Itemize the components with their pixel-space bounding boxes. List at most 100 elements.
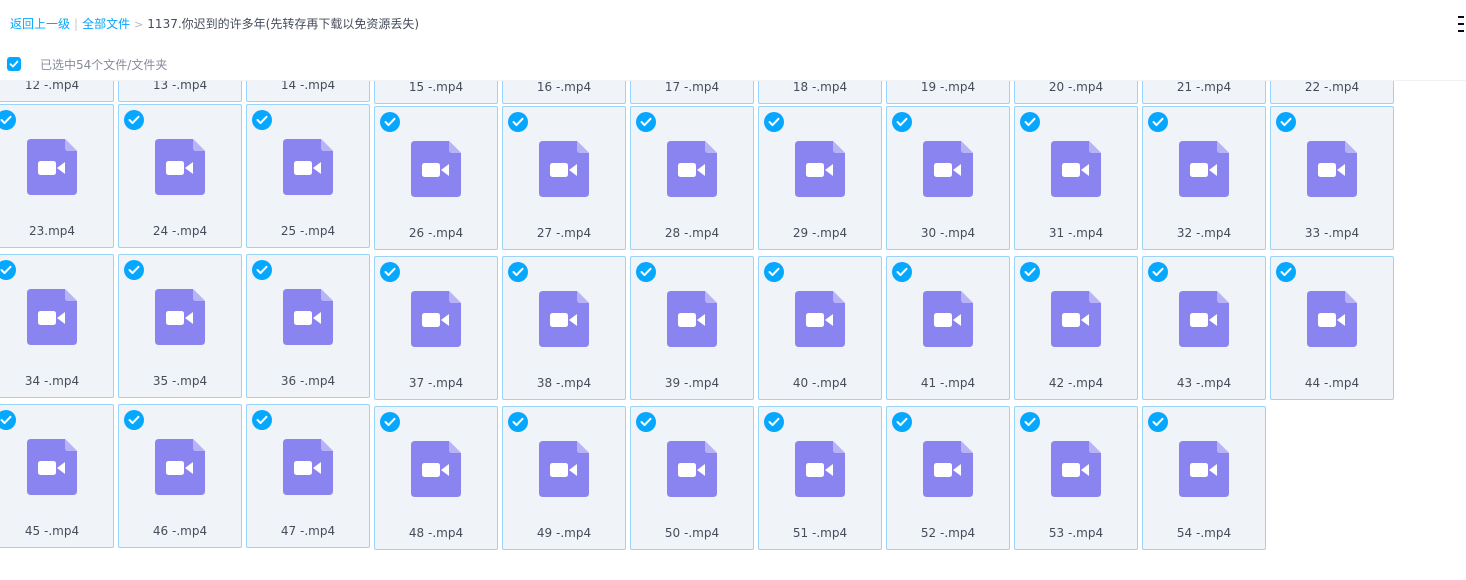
- video-file-icon: [1179, 291, 1229, 347]
- menu-icon[interactable]: [1458, 16, 1464, 32]
- video-file-icon: [1051, 291, 1101, 347]
- file-name: 40 -.mp4: [792, 376, 848, 390]
- file-tile[interactable]: 50 -.mp4: [630, 406, 754, 550]
- video-file-icon: [1307, 141, 1357, 197]
- file-tile[interactable]: 26 -.mp4: [374, 106, 498, 250]
- file-tile[interactable]: 27 -.mp4: [502, 106, 626, 250]
- selected-check-icon[interactable]: [380, 262, 400, 282]
- selection-bar: 已选中54个文件/文件夹: [0, 48, 1466, 81]
- selected-check-icon[interactable]: [124, 410, 144, 430]
- selected-check-icon[interactable]: [252, 110, 272, 130]
- file-tile[interactable]: 44 -.mp4: [1270, 256, 1394, 400]
- file-tile[interactable]: 23.mp4: [0, 104, 114, 248]
- selected-check-icon[interactable]: [1020, 262, 1040, 282]
- selected-check-icon[interactable]: [508, 112, 528, 132]
- selected-check-icon[interactable]: [252, 410, 272, 430]
- video-file-icon: [283, 439, 333, 495]
- file-tile[interactable]: 43 -.mp4: [1142, 256, 1266, 400]
- selected-check-icon[interactable]: [508, 412, 528, 432]
- select-all-checkbox[interactable]: [7, 57, 21, 71]
- selected-check-icon[interactable]: [892, 412, 912, 432]
- file-name: 26 -.mp4: [408, 226, 464, 240]
- selected-check-icon[interactable]: [1148, 412, 1168, 432]
- file-tile[interactable]: 47 -.mp4: [246, 404, 370, 548]
- selected-check-icon[interactable]: [508, 262, 528, 282]
- selected-check-icon[interactable]: [636, 412, 656, 432]
- selected-check-icon[interactable]: [636, 262, 656, 282]
- file-tile[interactable]: 37 -.mp4: [374, 256, 498, 400]
- file-tile[interactable]: 49 -.mp4: [502, 406, 626, 550]
- selected-check-icon[interactable]: [1020, 112, 1040, 132]
- file-tile[interactable]: 40 -.mp4: [758, 256, 882, 400]
- file-tile[interactable]: 32 -.mp4: [1142, 106, 1266, 250]
- current-folder: 1137.你迟到的许多年(先转存再下载以免资源丢失): [147, 17, 420, 31]
- file-tile[interactable]: 51 -.mp4: [758, 406, 882, 550]
- file-tile[interactable]: 24 -.mp4: [118, 104, 242, 248]
- checkmark-icon: [9, 60, 19, 68]
- file-name: 38 -.mp4: [536, 376, 592, 390]
- file-tile[interactable]: 48 -.mp4: [374, 406, 498, 550]
- file-name: 43 -.mp4: [1176, 376, 1232, 390]
- file-tile[interactable]: 42 -.mp4: [1014, 256, 1138, 400]
- file-name: 39 -.mp4: [664, 376, 720, 390]
- file-tile[interactable]: 33 -.mp4: [1270, 106, 1394, 250]
- file-name: 34 -.mp4: [24, 374, 80, 388]
- file-tile[interactable]: 46 -.mp4: [118, 404, 242, 548]
- file-tile[interactable]: 41 -.mp4: [886, 256, 1010, 400]
- all-files-link[interactable]: 全部文件: [82, 17, 130, 31]
- file-tile[interactable]: 25 -.mp4: [246, 104, 370, 248]
- video-file-icon: [155, 289, 205, 345]
- selected-check-icon[interactable]: [764, 412, 784, 432]
- file-tile[interactable]: 39 -.mp4: [630, 256, 754, 400]
- selected-check-icon[interactable]: [892, 112, 912, 132]
- file-tile[interactable]: 30 -.mp4: [886, 106, 1010, 250]
- file-tile[interactable]: 34 -.mp4: [0, 254, 114, 398]
- selected-check-icon[interactable]: [252, 260, 272, 280]
- video-file-icon: [667, 291, 717, 347]
- file-tile[interactable]: 28 -.mp4: [630, 106, 754, 250]
- selected-check-icon[interactable]: [764, 262, 784, 282]
- selected-check-icon[interactable]: [0, 410, 16, 430]
- selected-check-icon[interactable]: [380, 112, 400, 132]
- file-tile[interactable]: 35 -.mp4: [118, 254, 242, 398]
- video-file-icon: [411, 291, 461, 347]
- file-tile[interactable]: 45 -.mp4: [0, 404, 114, 548]
- back-link[interactable]: 返回上一级: [10, 17, 70, 31]
- file-tile[interactable]: 38 -.mp4: [502, 256, 626, 400]
- file-name: 48 -.mp4: [408, 526, 464, 540]
- file-name: 30 -.mp4: [920, 226, 976, 240]
- breadcrumb-divider: |: [74, 17, 79, 31]
- file-tile[interactable]: 29 -.mp4: [758, 106, 882, 250]
- selected-check-icon[interactable]: [1276, 262, 1296, 282]
- selected-check-icon[interactable]: [764, 112, 784, 132]
- video-file-icon: [283, 139, 333, 195]
- file-name: 15 -.mp4: [408, 80, 464, 94]
- file-name: 41 -.mp4: [920, 376, 976, 390]
- file-tile[interactable]: 36 -.mp4: [246, 254, 370, 398]
- file-tile[interactable]: 53 -.mp4: [1014, 406, 1138, 550]
- selection-count: 已选中54个文件/文件夹: [40, 58, 168, 72]
- selected-check-icon[interactable]: [380, 412, 400, 432]
- selected-check-icon[interactable]: [1148, 262, 1168, 282]
- video-file-icon: [539, 291, 589, 347]
- video-file-icon: [795, 291, 845, 347]
- file-name: 22 -.mp4: [1304, 80, 1360, 94]
- file-tile[interactable]: 54 -.mp4: [1142, 406, 1266, 550]
- selected-check-icon[interactable]: [124, 110, 144, 130]
- file-tile[interactable]: 52 -.mp4: [886, 406, 1010, 550]
- selected-check-icon[interactable]: [636, 112, 656, 132]
- file-name: 44 -.mp4: [1304, 376, 1360, 390]
- file-tile[interactable]: 31 -.mp4: [1014, 106, 1138, 250]
- file-name: 53 -.mp4: [1048, 526, 1104, 540]
- file-name: 50 -.mp4: [664, 526, 720, 540]
- selected-check-icon[interactable]: [124, 260, 144, 280]
- selected-check-icon[interactable]: [0, 260, 16, 280]
- selected-check-icon[interactable]: [1148, 112, 1168, 132]
- selected-check-icon[interactable]: [1276, 112, 1296, 132]
- file-name: 21 -.mp4: [1176, 80, 1232, 94]
- video-file-icon: [1179, 141, 1229, 197]
- selected-check-icon[interactable]: [892, 262, 912, 282]
- selected-check-icon[interactable]: [1020, 412, 1040, 432]
- video-file-icon: [283, 289, 333, 345]
- selected-check-icon[interactable]: [0, 110, 16, 130]
